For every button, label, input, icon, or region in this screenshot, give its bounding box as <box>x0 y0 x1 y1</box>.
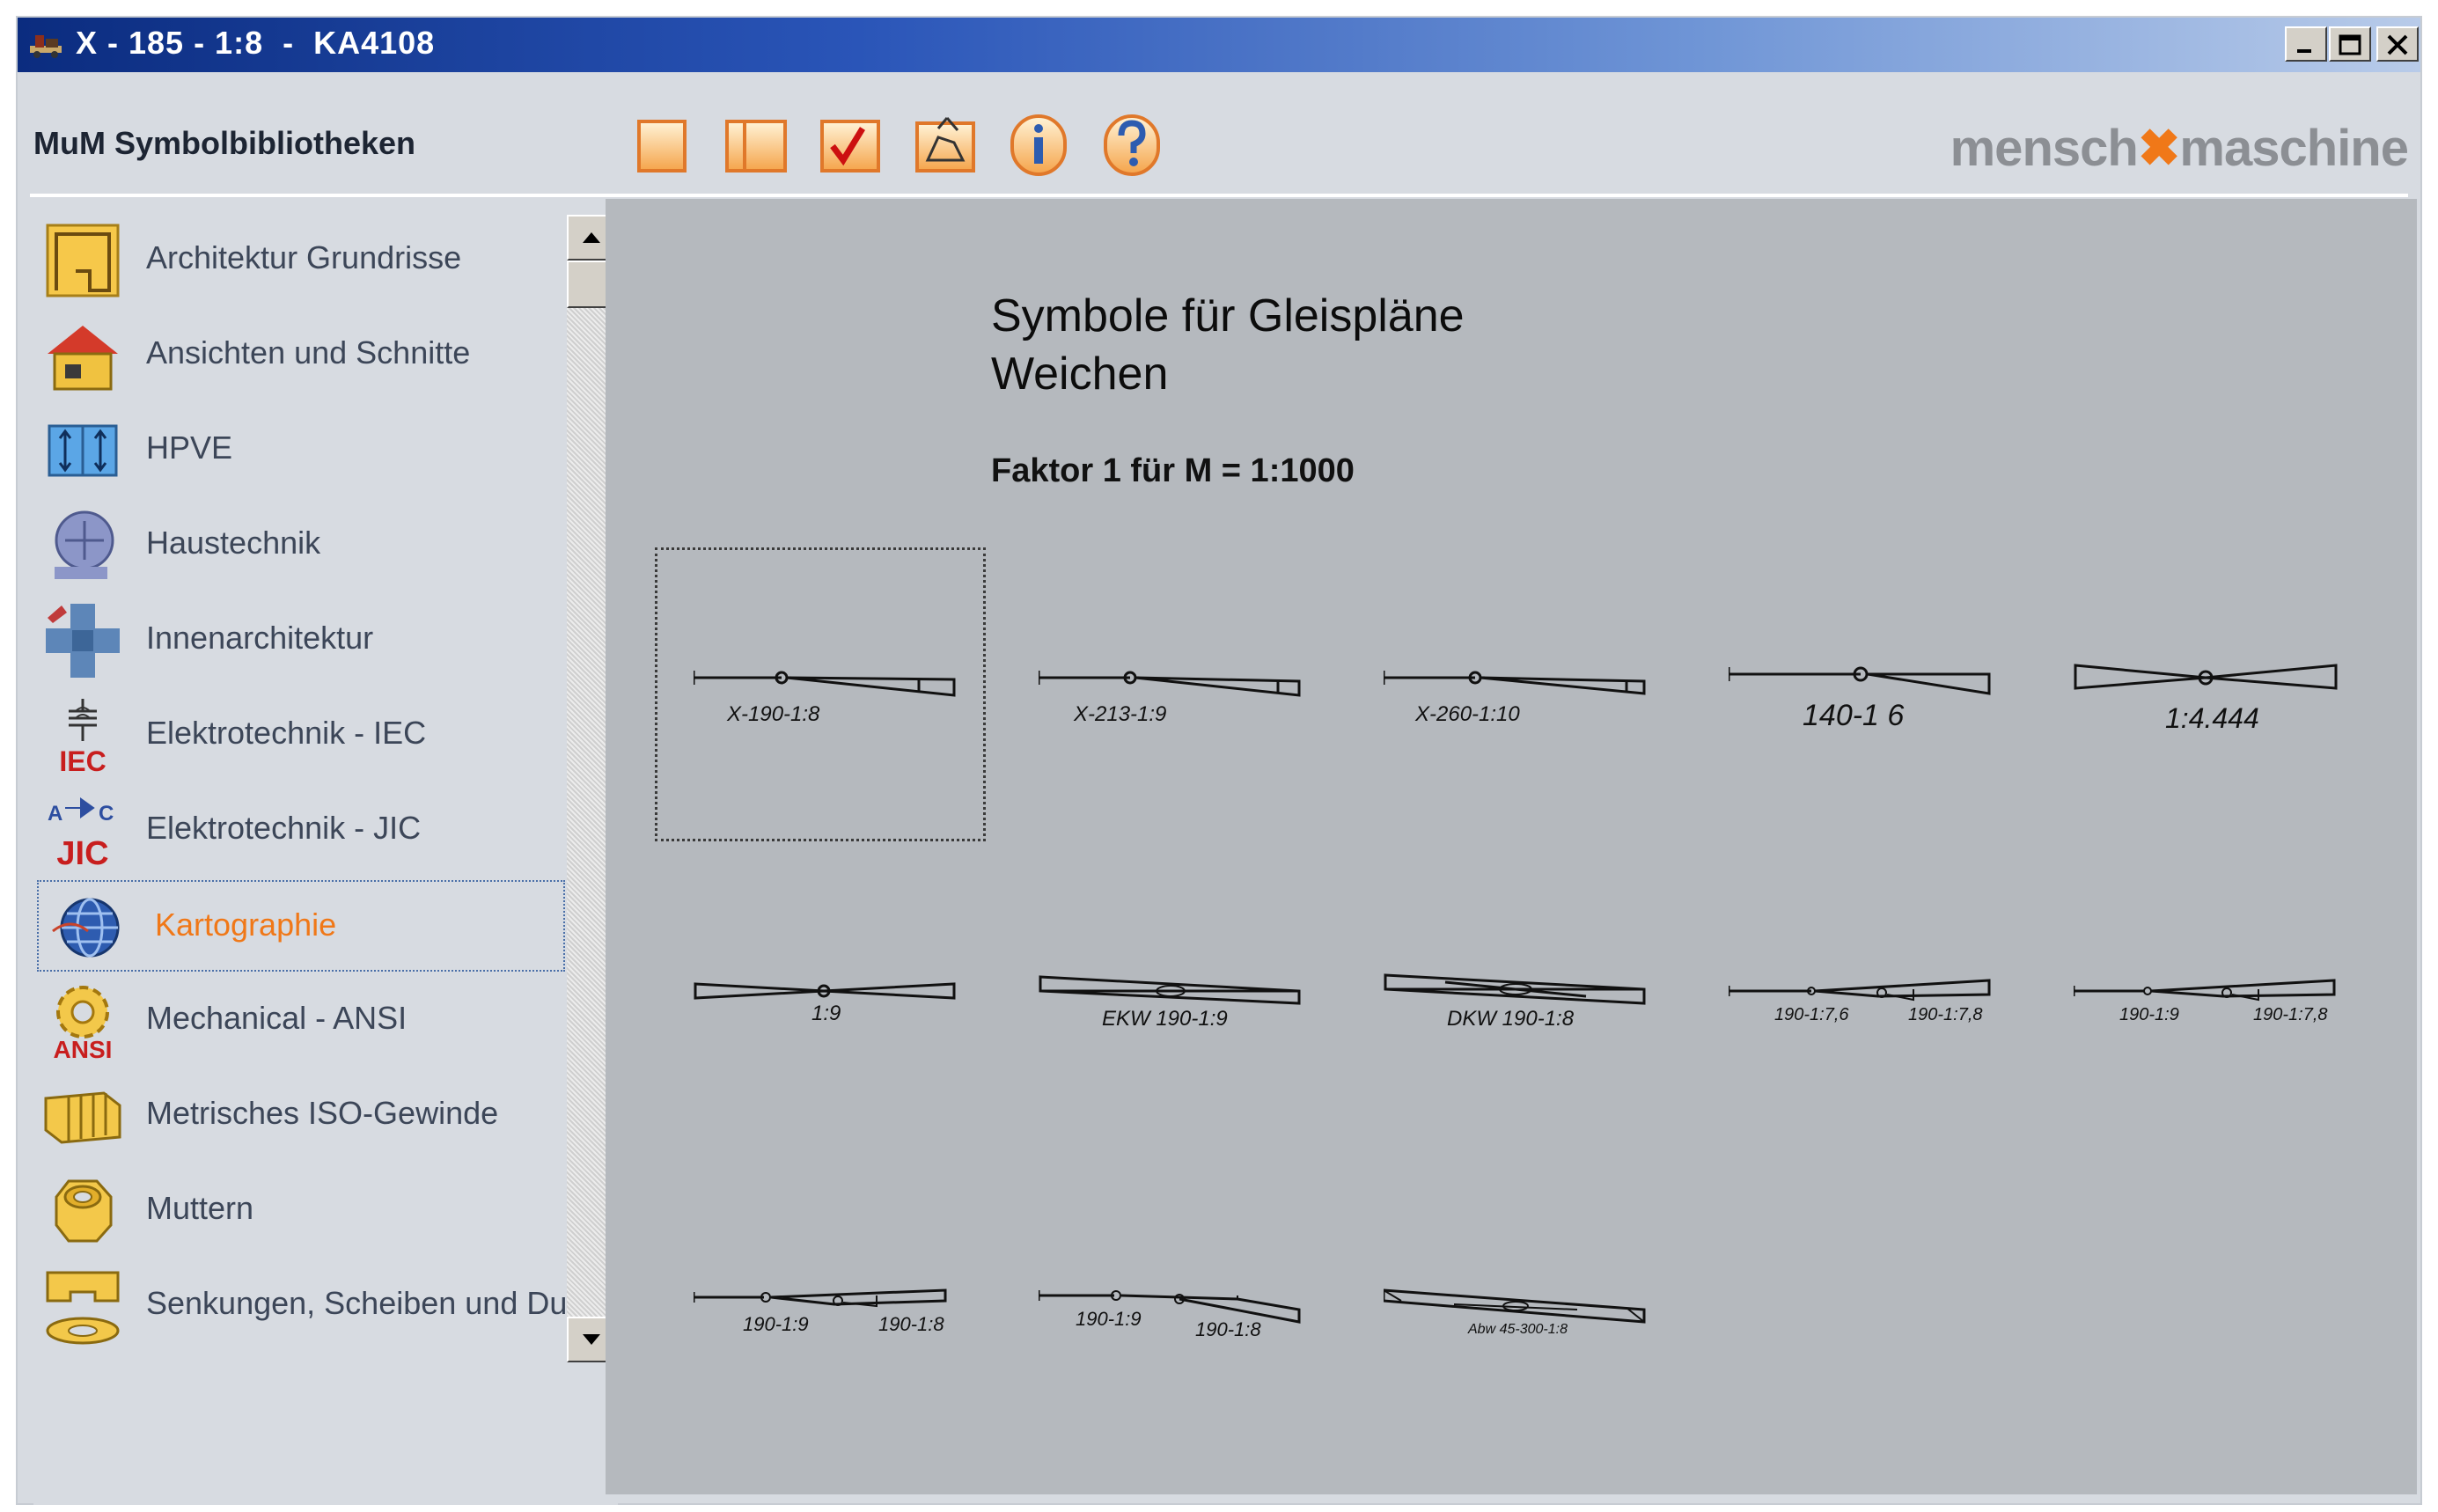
page-title: Symbole für Gleispläne Weichen <box>991 290 1465 400</box>
jic-icon: A C JIC <box>48 797 114 871</box>
help-icon[interactable] <box>1098 111 1165 178</box>
sidebar-item-elektrotechnik-jic[interactable]: A C JIC Elektrotechnik - JIC <box>37 785 565 877</box>
symbol-double-switch-b[interactable]: 190-1:9 190-1:7,8 <box>2074 956 2390 1097</box>
thread-icon <box>44 1091 121 1144</box>
turnout-symbol <box>1384 671 1646 695</box>
brand-logo: mensch✖maschine <box>1950 120 2409 177</box>
turnout-symbol <box>694 671 956 697</box>
sidebar-item-haustechnik[interactable]: Haustechnik <box>37 500 565 591</box>
svg-text:C: C <box>99 802 114 826</box>
double-turnout-symbol <box>694 1288 947 1308</box>
insert-icon[interactable] <box>912 111 979 178</box>
check-icon[interactable] <box>817 111 884 178</box>
symbol-ekw-190[interactable]: EKW 190-1:9 <box>1039 956 1355 1097</box>
symbol-switch-140[interactable]: 140-1 6 <box>1729 648 2045 789</box>
symbol-dkw-190[interactable]: DKW 190-1:8 <box>1384 956 1700 1097</box>
new-icon[interactable] <box>630 111 697 178</box>
washer-icon <box>46 1271 120 1345</box>
svg-text:JIC: JIC <box>56 835 108 871</box>
app-icon <box>30 35 62 58</box>
toolbar: MuM Symbolbibliotheken mensch✖maschine <box>18 72 2420 195</box>
title-bar[interactable]: X - 185 - 1:8 - KA4108 <box>18 18 2420 72</box>
double-turnout-symbol <box>1729 979 1991 1002</box>
symbol-crossing-1-4444[interactable]: 1:4.444 <box>2074 648 2390 789</box>
close-icon <box>2387 34 2408 55</box>
house-icon <box>48 326 118 391</box>
hvac-icon <box>55 510 114 579</box>
nut-icon <box>55 1179 113 1243</box>
window-title: X - 185 - 1:8 - KA4108 <box>76 25 436 61</box>
category-list: Architektur Grundrisse Ansichten und Sch… <box>33 202 567 1505</box>
sidebar-item-mechanical-ansi[interactable]: ANSI Mechanical - ANSI <box>37 975 565 1067</box>
symbol-preview-panel: Symbole für Gleispläne Weichen Faktor 1 … <box>606 199 2417 1494</box>
scale-factor-label: Faktor 1 für M = 1:1000 <box>991 452 1355 489</box>
info-icon[interactable] <box>1005 111 1072 178</box>
symbol-double-switch-a[interactable]: 190-1:7,6 190-1:7,8 <box>1729 956 2045 1097</box>
sidebar-item-elektrotechnik-iec[interactable]: IEC Elektrotechnik - IEC <box>37 690 565 782</box>
symbol-crossing-1-9[interactable]: 1:9 <box>694 961 1010 1102</box>
svg-text:IEC: IEC <box>59 745 106 776</box>
sidebar-item-architektur-grundrisse[interactable]: Architektur Grundrisse <box>37 215 565 306</box>
symbol-double-switch-c[interactable]: 190-1:9 190-1:8 <box>694 1260 1010 1401</box>
symbol-switch-x190[interactable]: X-190-1:8 <box>694 657 1010 797</box>
globe-icon <box>52 898 120 958</box>
sidebar-item-hpve[interactable]: HPVE <box>37 405 565 496</box>
interior-icon <box>46 604 120 678</box>
close-button[interactable] <box>2376 26 2419 62</box>
symbol-abw-45-300[interactable]: Abw 45-300-1:8 <box>1384 1260 1700 1401</box>
crossing-symbol <box>694 982 956 1000</box>
maximize-icon <box>2339 34 2361 55</box>
symbol-switch-x213[interactable]: X-213-1:9 <box>1039 657 1355 797</box>
brand-x-icon: ✖ <box>2137 120 2181 177</box>
minimize-icon <box>2297 49 2311 53</box>
turnout-symbol <box>1039 671 1301 697</box>
open-icon[interactable] <box>723 111 790 178</box>
library-sidebar: Architektur Grundrisse Ansichten und Sch… <box>33 202 618 1505</box>
maximize-button[interactable] <box>2329 26 2371 62</box>
floorplan-icon <box>46 224 120 297</box>
sidebar-item-innenarchitektur[interactable]: Innenarchitektur <box>37 595 565 686</box>
svg-text:ANSI: ANSI <box>54 1036 113 1061</box>
symbol-switch-x260[interactable]: X-260-1:10 <box>1384 657 1700 797</box>
sidebar-item-ansichten-und-schnitte[interactable]: Ansichten und Schnitte <box>37 310 565 401</box>
ansi-gear-icon: ANSI <box>54 986 113 1061</box>
double-turnout-symbol <box>2074 979 2336 1002</box>
hpve-icon <box>48 424 118 477</box>
app-window: X - 185 - 1:8 - KA4108 MuM Symbolbibliot… <box>16 16 2422 1505</box>
sidebar-item-kartographie[interactable]: Kartographie <box>37 880 565 972</box>
library-title: MuM Symbolbibliotheken <box>33 125 416 161</box>
toolbar-divider <box>30 194 2408 197</box>
sidebar-item-metrisches-iso-gewinde[interactable]: Metrisches ISO-Gewinde <box>37 1070 565 1162</box>
minimize-button[interactable] <box>2285 26 2327 62</box>
symbol-double-switch-d[interactable]: 190-1:9 190-1:8 <box>1039 1260 1355 1401</box>
svg-text:A: A <box>48 802 62 826</box>
iec-icon: IEC <box>59 699 106 776</box>
sidebar-item-senkungen-scheiben[interactable]: Senkungen, Scheiben und Du <box>37 1260 567 1352</box>
sidebar-item-muttern[interactable]: Muttern <box>37 1165 565 1257</box>
